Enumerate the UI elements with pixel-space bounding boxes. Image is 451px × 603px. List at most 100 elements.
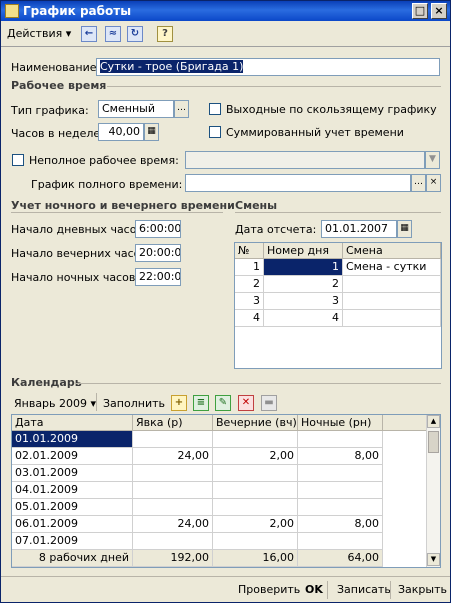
schedule-type-input[interactable]: Сменный <box>98 100 174 118</box>
calculator-icon[interactable]: ▦ <box>144 123 159 141</box>
calendar-section-title: Календарь <box>11 376 82 389</box>
check-button[interactable]: Проверить <box>238 582 300 598</box>
table-cell: 24,00 <box>133 516 213 533</box>
hours-week-input[interactable]: 40,00 <box>98 123 144 141</box>
calendar-col-night[interactable]: Ночные (рн) <box>298 415 383 431</box>
night-start-label: Начало ночных часов: <box>11 271 140 284</box>
refresh-icon[interactable]: ↻ <box>127 26 143 42</box>
calendar-col-date[interactable]: Дата <box>12 415 133 431</box>
back-arrow-icon[interactable]: ← <box>81 26 97 42</box>
table-cell <box>133 465 213 482</box>
actions-menu-label: Действия <box>7 27 63 40</box>
day-start-input[interactable]: 6:00:00 <box>135 220 181 238</box>
table-cell: 2,00 <box>213 516 298 533</box>
window-title: График работы <box>23 4 132 18</box>
day-start-label: Начало дневных часов: <box>11 223 147 236</box>
table-cell: 01.01.2009 <box>12 431 133 448</box>
shifts-section-title: Смены <box>235 199 278 212</box>
shifts-table[interactable]: № Номер дня Смена 1 1 Смена - сутки 2 2 … <box>234 242 442 369</box>
table-cell: Смена - сутки <box>343 259 441 276</box>
name-label: Наименование: <box>11 61 101 74</box>
table-cell <box>133 533 213 550</box>
toolbar-separator <box>96 393 97 411</box>
table-cell: 1 <box>264 259 343 276</box>
schedule-window: График работы □ × Действия ▾ ← ≈ ↻ ? Наи… <box>0 0 451 603</box>
work-time-section-title: Рабочее время <box>11 79 107 92</box>
table-cell: 2 <box>264 276 343 293</box>
toolbar-separator <box>390 581 391 599</box>
table-cell: 3 <box>235 293 264 310</box>
table-cell: 3 <box>264 293 343 310</box>
table-cell <box>343 276 441 293</box>
table-cell <box>133 482 213 499</box>
table-cell: 06.01.2009 <box>12 516 133 533</box>
chevron-down-icon: ▼ <box>425 151 440 169</box>
calendar-scrollbar[interactable]: ▲ ▼ <box>426 415 440 567</box>
help-icon[interactable]: ? <box>157 26 173 42</box>
save-button[interactable]: Записать <box>337 582 391 598</box>
close-button[interactable]: Закрыть <box>398 582 447 598</box>
add-row-icon[interactable]: + <box>171 395 187 411</box>
night-section-title: Учет ночного и вечернего времени <box>11 199 235 212</box>
close-window-button[interactable]: × <box>431 3 447 19</box>
select-button[interactable]: … <box>174 100 189 118</box>
table-cell <box>298 465 383 482</box>
table-cell: 04.01.2009 <box>12 482 133 499</box>
bottom-bar: Проверить OK Записать Закрыть <box>1 576 450 603</box>
edit-row-icon[interactable]: ✎ <box>215 395 231 411</box>
table-cell <box>298 431 383 448</box>
calendar-col-empty <box>383 415 428 431</box>
schedule-type-label: Тип графика: <box>11 104 89 117</box>
night-start-input[interactable]: 22:00:00 <box>135 268 181 286</box>
name-input[interactable]: Сутки - трое (Бригада 1) <box>96 58 440 76</box>
end-edit-icon: ▬ <box>261 395 277 411</box>
shifts-col-shift[interactable]: Смена <box>343 243 441 259</box>
table-cell <box>133 499 213 516</box>
table-cell: 05.01.2009 <box>12 499 133 516</box>
footer-attendance: 192,00 <box>133 550 213 567</box>
full-time-schedule-label: График полного времени: <box>31 178 183 191</box>
actions-menu[interactable]: Действия ▾ <box>7 25 71 43</box>
scroll-down-icon[interactable]: ▼ <box>427 553 440 566</box>
structure-icon[interactable]: ≈ <box>105 26 121 42</box>
calendar-col-evening[interactable]: Вечерние (вч) <box>213 415 298 431</box>
shifts-col-day[interactable]: Номер дня <box>264 243 343 259</box>
divider <box>75 383 441 384</box>
calendar-table[interactable]: Дата Явка (р) Вечерние (вч) Ночные (рн) … <box>11 414 441 568</box>
sliding-days-off-checkbox[interactable] <box>209 103 221 115</box>
table-cell <box>298 533 383 550</box>
toolbar: Действия ▾ ← ≈ ↻ ? <box>1 22 450 47</box>
ref-date-label: Дата отсчета: <box>235 223 317 236</box>
table-cell: 1 <box>235 259 264 276</box>
table-cell: 8,00 <box>298 516 383 533</box>
ok-button[interactable]: OK <box>305 582 323 598</box>
table-cell <box>213 533 298 550</box>
summarized-label: Суммированный учет времени <box>226 126 404 139</box>
table-cell: 8,00 <box>298 448 383 465</box>
part-time-label: Неполное рабочее время: <box>29 154 179 167</box>
calendar-icon[interactable]: ▦ <box>397 220 412 238</box>
scroll-thumb[interactable] <box>428 431 439 453</box>
fill-button[interactable]: Заполнить <box>103 397 165 410</box>
maximize-button[interactable]: □ <box>412 3 428 19</box>
shifts-col-num[interactable]: № <box>235 243 264 259</box>
toolbar-separator <box>327 581 328 599</box>
scroll-up-icon[interactable]: ▲ <box>427 415 440 428</box>
ref-date-input[interactable]: 01.01.2007 <box>321 220 397 238</box>
table-cell: 4 <box>235 310 264 327</box>
full-time-schedule-input[interactable] <box>185 174 411 192</box>
evening-start-input[interactable]: 20:00:00 <box>135 244 181 262</box>
month-selector[interactable]: Январь 2009 ▾ <box>14 397 96 410</box>
delete-row-icon[interactable]: ✕ <box>238 395 254 411</box>
table-cell: 02.01.2009 <box>12 448 133 465</box>
clear-icon[interactable]: × <box>426 174 441 192</box>
window-icon <box>5 4 19 18</box>
part-time-checkbox[interactable] <box>12 154 24 166</box>
calendar-col-attendance[interactable]: Явка (р) <box>133 415 213 431</box>
divider <box>11 212 223 213</box>
dropdown-arrow-icon: ▾ <box>65 27 72 40</box>
divider <box>107 86 441 87</box>
copy-row-icon[interactable]: ≡ <box>193 395 209 411</box>
select-button[interactable]: … <box>411 174 426 192</box>
summarized-checkbox[interactable] <box>209 126 221 138</box>
